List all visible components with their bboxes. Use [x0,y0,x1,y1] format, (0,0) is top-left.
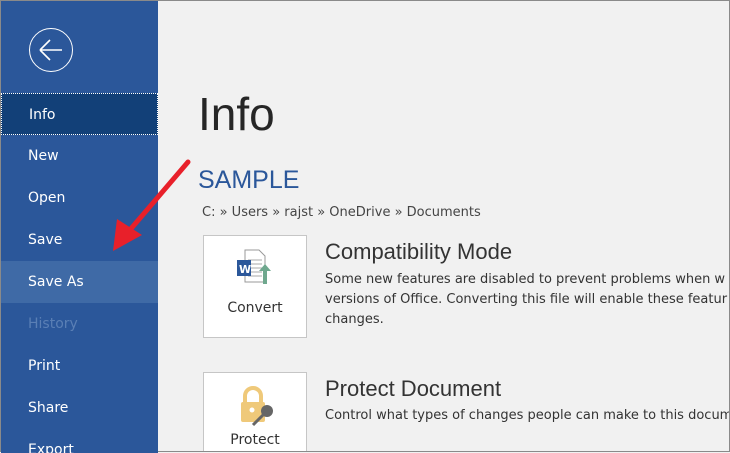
nav-open[interactable]: Open [1,177,158,219]
info-panel: Info SAMPLE C: » Users » rajst » OneDriv… [158,1,729,451]
word-convert-icon: W [237,249,271,284]
lock-key-icon [241,386,273,427]
protect-document-button[interactable]: Protect Document [203,372,307,451]
nav-save-as[interactable]: Save As [1,261,158,303]
desc-line: changes. [325,312,384,327]
nav-info[interactable]: Info [1,93,158,135]
desc-line: Some new features are disabled to preven… [325,272,726,287]
nav-new[interactable]: New [1,135,158,177]
compatibility-heading: Compatibility Mode [325,239,513,264]
convert-label: Convert [227,300,283,316]
page-title: Info [198,88,275,140]
nav-export[interactable]: Export [1,429,158,453]
document-path[interactable]: C: » Users » rajst » OneDrive » Document… [202,205,481,220]
protect-document-label: Protect Document [230,432,280,448]
protect-document-heading: Protect Document [325,376,502,401]
arrow-left-icon [39,39,62,61]
nav-history: History [28,316,78,332]
backstage-sidebar: Info New Open Save Save As History Print… [1,1,158,453]
nav-print[interactable]: Print [1,345,158,387]
nav-save[interactable]: Save [1,219,158,261]
desc-line: versions of Office. Converting this file… [325,292,728,307]
compatibility-description: Some new features are disabled to preven… [325,270,727,330]
nav-share[interactable]: Share [1,387,158,429]
protect-document-description: Control what types of changes people can… [325,408,729,423]
document-name: SAMPLE [198,166,300,194]
back-button[interactable] [29,28,73,72]
svg-text:W: W [239,263,251,276]
convert-button[interactable]: W Convert [203,235,307,338]
